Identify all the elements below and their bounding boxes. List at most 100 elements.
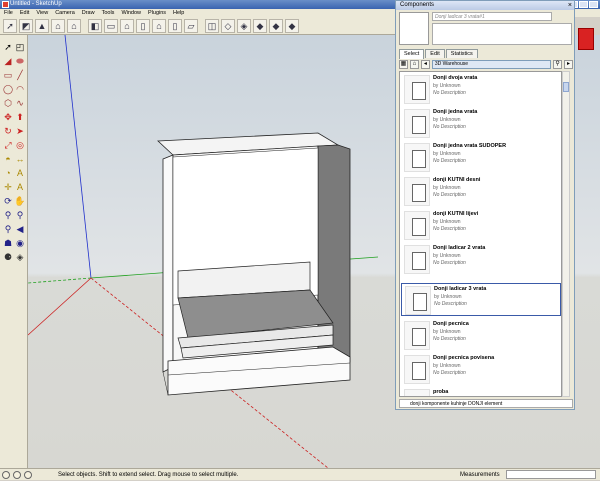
paint-icon[interactable]: ▲: [35, 19, 49, 33]
zoom-window-icon[interactable]: ⚲: [14, 209, 26, 221]
push-pull-tool-icon[interactable]: ⬆: [14, 111, 26, 123]
pan-tool-icon[interactable]: ✋: [14, 195, 26, 207]
components-title-bar[interactable]: Components ×: [396, 1, 574, 10]
circle-tool-icon[interactable]: ◯: [2, 83, 14, 95]
bottom-view-icon[interactable]: ▱: [184, 19, 198, 33]
menu-draw[interactable]: Draw: [82, 9, 95, 17]
text-tool-icon[interactable]: A: [14, 167, 26, 179]
list-item[interactable]: donji KUTNI desni by Unknown No Descriptio…: [401, 175, 561, 208]
menu-plugins[interactable]: Plugins: [148, 9, 166, 17]
line-tool-icon[interactable]: ╱: [14, 69, 26, 81]
section-plane-icon[interactable]: ◈: [14, 251, 26, 263]
house-icon[interactable]: ⌂: [67, 19, 81, 33]
orbit-tool-icon[interactable]: ⟳: [2, 195, 14, 207]
back-icon[interactable]: ◂: [420, 59, 430, 69]
geo-location-icon[interactable]: [2, 471, 10, 479]
component-thumbnail: [404, 389, 430, 396]
details-arrow-icon[interactable]: ▸: [564, 59, 573, 69]
left-view-icon[interactable]: ▯: [168, 19, 182, 33]
arc-tool-icon[interactable]: ◠: [14, 83, 26, 95]
left-tool-palette: ➚ ◰ ◢ ⬬ ▭ ╱ ◯ ◠ ⬡ ∿ ✥ ⬆ ↻ ➤ ⤢ ◎ ◓ ↔ ◔ A …: [0, 35, 28, 468]
protractor-icon[interactable]: ◔: [2, 167, 14, 179]
list-item[interactable]: Donji jedna vrata SUDOPER by Unknown No De…: [401, 141, 561, 174]
help-icon[interactable]: [24, 471, 32, 479]
component-thumbnail: [405, 286, 431, 315]
offset-tool-icon[interactable]: ◎: [14, 139, 26, 151]
iso-icon[interactable]: ◧: [88, 19, 102, 33]
credits-icon[interactable]: [13, 471, 21, 479]
select-icon[interactable]: ➚: [3, 19, 17, 33]
front-view-icon[interactable]: ⌂: [120, 19, 134, 33]
menu-view[interactable]: View: [36, 9, 48, 17]
monochrome-icon[interactable]: ◆: [285, 19, 299, 33]
select-tool-icon[interactable]: ➚: [2, 41, 14, 53]
list-item[interactable]: proba: [401, 387, 561, 396]
red-toolbar-fragment[interactable]: [578, 28, 594, 50]
freehand-tool-icon[interactable]: ∿: [14, 97, 26, 109]
3d-text-icon[interactable]: A: [14, 181, 26, 193]
maximize-button[interactable]: [579, 1, 588, 8]
menu-camera[interactable]: Camera: [55, 9, 75, 17]
eraser-icon[interactable]: ◩: [19, 19, 33, 33]
home-icon[interactable]: ⌂: [51, 19, 65, 33]
list-item[interactable]: Donji pecnica by Unknown No Description: [401, 319, 561, 352]
search-icon[interactable]: ⚲: [553, 59, 563, 69]
measurements-input[interactable]: [506, 470, 596, 479]
wireframe-icon[interactable]: ◇: [221, 19, 235, 33]
component-description-field[interactable]: [432, 23, 572, 45]
list-item-selected[interactable]: Donji ladicar 3 vrata by Unknown No Descri…: [401, 283, 561, 316]
menu-window[interactable]: Window: [121, 9, 141, 17]
rotate-tool-icon[interactable]: ↻: [2, 125, 14, 137]
zoom-tool-icon[interactable]: ⚲: [2, 209, 14, 221]
xray-icon[interactable]: ◫: [205, 19, 219, 33]
move-tool-icon[interactable]: ✥: [2, 111, 14, 123]
list-item[interactable]: Donji pecnica povisena by Unknown No Descr…: [401, 353, 561, 386]
list-item[interactable]: Donji jedna vrata by Unknown No Descriptio…: [401, 107, 561, 140]
follow-me-tool-icon[interactable]: ➤: [14, 125, 26, 137]
rectangle-tool-icon[interactable]: ▭: [2, 69, 14, 81]
home-icon[interactable]: ⌂: [409, 59, 419, 69]
axes-tool-icon[interactable]: ✛: [2, 181, 14, 193]
close-icon[interactable]: ×: [568, 1, 572, 10]
tab-statistics[interactable]: Statistics: [445, 49, 478, 58]
shaded-icon[interactable]: ◆: [253, 19, 267, 33]
hidden-line-icon[interactable]: ◈: [237, 19, 251, 33]
component-tool-icon[interactable]: ◰: [14, 41, 26, 53]
zoom-extents-icon[interactable]: ⚲: [2, 223, 14, 235]
scale-tool-icon[interactable]: ⤢: [2, 139, 14, 151]
close-button[interactable]: [589, 1, 598, 8]
paint-bucket-icon[interactable]: ◢: [2, 55, 14, 67]
green-axis-negative: [28, 277, 92, 284]
list-item[interactable]: Donji dvoja vrata by Unknown No Descriptio…: [401, 73, 561, 106]
walk-tool-icon[interactable]: ⚈: [2, 251, 14, 263]
tab-edit[interactable]: Edit: [425, 49, 445, 58]
eraser-tool-icon[interactable]: ⬬: [14, 55, 26, 67]
top-view-icon[interactable]: ▭: [104, 19, 118, 33]
look-around-icon[interactable]: ◉: [14, 237, 26, 249]
cabinet-model[interactable]: [157, 132, 351, 396]
textured-icon[interactable]: ◆: [269, 19, 283, 33]
search-input[interactable]: [431, 59, 552, 69]
tab-select[interactable]: Select: [399, 49, 425, 59]
list-item[interactable]: Donji ladicar 2 vrata by Unknown No Descri…: [401, 243, 561, 276]
measurements-label: Measurements: [460, 472, 500, 478]
component-thumbnail: [404, 177, 430, 206]
list-item[interactable]: donji KUTNI lijevi by Unknown No Descripti…: [401, 209, 561, 242]
polygon-tool-icon[interactable]: ⬡: [2, 97, 14, 109]
menu-help[interactable]: Help: [173, 9, 184, 17]
components-scrollbar[interactable]: [562, 71, 570, 397]
tape-measure-icon[interactable]: ◓: [2, 153, 14, 165]
dimension-tool-icon[interactable]: ↔: [14, 153, 26, 165]
scrollbar-thumb[interactable]: [563, 82, 569, 92]
right-view-icon[interactable]: ▯: [136, 19, 150, 33]
back-view-icon[interactable]: ⌂: [152, 19, 166, 33]
component-thumbnail: [404, 355, 430, 384]
component-name-field[interactable]: Donji ladicar 3 vrata#1: [432, 12, 552, 21]
menu-edit[interactable]: Edit: [20, 9, 29, 17]
previous-view-icon[interactable]: ◀: [14, 223, 26, 235]
position-camera-icon[interactable]: ☗: [2, 237, 14, 249]
view-options-icon[interactable]: ▦: [399, 59, 408, 69]
components-window: Components × Donji ladicar 3 vrata#1 Sel…: [395, 0, 575, 410]
menu-file[interactable]: File: [4, 9, 13, 17]
menu-tools[interactable]: Tools: [102, 9, 115, 17]
